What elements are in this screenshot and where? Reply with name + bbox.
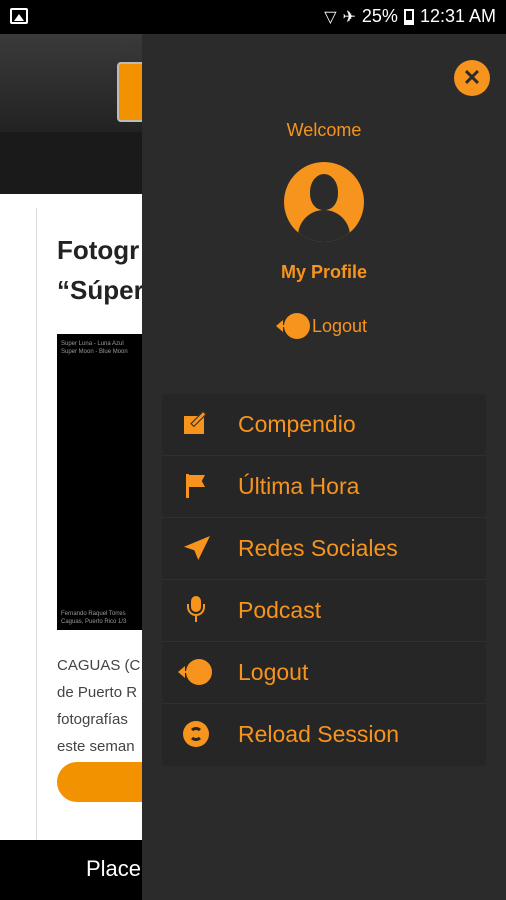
status-icons: ▽ ✈ 25% 12:31 AM	[324, 6, 496, 27]
close-icon: ✕	[462, 65, 482, 90]
avatar-head	[310, 174, 338, 210]
microphone-icon	[182, 596, 210, 624]
menu-item-label: Podcast	[238, 597, 322, 623]
status-bar: ▽ ✈ 25% 12:31 AM	[0, 0, 506, 34]
menu-item-label: Última Hora	[238, 473, 360, 499]
menu-item-logout[interactable]: Logout	[162, 642, 486, 704]
menu-item-reload-session[interactable]: Reload Session	[162, 704, 486, 766]
navigation-drawer: ✕ Welcome My Profile Logout Compendio Úl…	[142, 34, 506, 900]
menu-item-label: Reload Session	[238, 721, 400, 747]
gallery-notification-icon	[10, 8, 28, 24]
welcome-text: Welcome	[286, 120, 362, 140]
menu-item-label: Redes Sociales	[238, 535, 398, 561]
menu-item-ultima-hora[interactable]: Última Hora	[162, 456, 486, 518]
image-caption-top: Super Luna - Luna Azul Super Moon - Blue…	[61, 341, 128, 355]
send-icon	[182, 534, 210, 562]
close-button[interactable]: ✕	[454, 60, 490, 96]
flag-icon	[182, 472, 210, 500]
wifi-icon: ▽	[324, 8, 337, 26]
reload-icon	[182, 720, 210, 748]
logout-link-label: Logout	[312, 315, 368, 336]
article-image[interactable]: Super Luna - Luna Azul Super Moon - Blue…	[57, 334, 147, 630]
logout-icon	[178, 658, 214, 686]
avatar-body	[298, 210, 350, 242]
battery-icon	[403, 8, 414, 25]
logout-icon	[276, 312, 312, 340]
menu-item-compendio[interactable]: Compendio	[162, 394, 486, 456]
clock: 12:31 AM	[419, 6, 496, 26]
menu-item-redes-sociales[interactable]: Redes Sociales	[162, 518, 486, 580]
menu-item-label: Compendio	[238, 411, 356, 437]
image-caption-bottom: Fernando Raquel Torres Caguas, Puerto Ri…	[61, 611, 127, 625]
battery-percent: 25%	[361, 6, 398, 26]
my-profile-link[interactable]: My Profile	[142, 262, 506, 283]
airplane-mode-icon: ✈	[342, 8, 356, 26]
menu-item-label: Logout	[238, 659, 309, 685]
menu-item-podcast[interactable]: Podcast	[162, 580, 486, 642]
avatar[interactable]	[284, 162, 364, 242]
footer-text: Place	[86, 856, 142, 881]
edit-icon	[182, 410, 210, 438]
drawer-menu: Compendio Última Hora Redes Sociales Pod…	[162, 394, 486, 766]
logout-link[interactable]: Logout	[276, 312, 367, 340]
